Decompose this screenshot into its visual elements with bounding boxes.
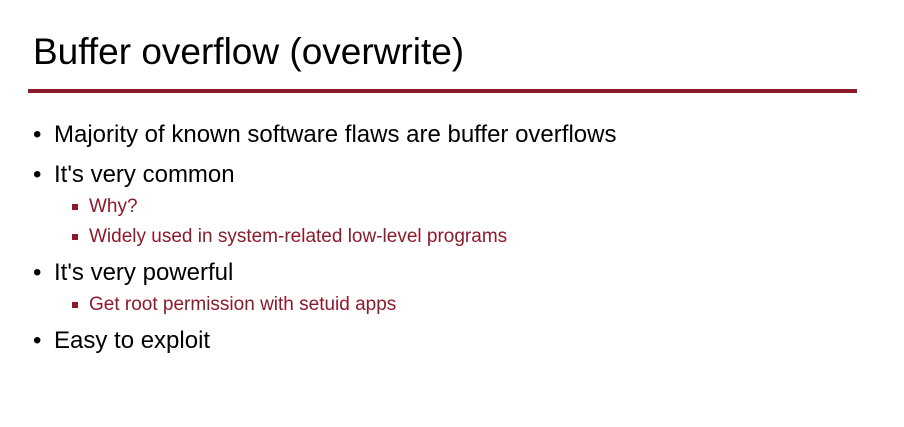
slide: Buffer overflow (overwrite) • Majority o… [0,0,904,427]
square-bullet-icon [72,204,78,210]
bullet-list: • Majority of known software flaws are b… [32,118,872,358]
sub-bullet-list: Why? Widely used in system-related low-l… [32,192,872,252]
sub-bullet-text: Get root permission with setuid apps [89,294,397,315]
slide-title: Buffer overflow (overwrite) [33,31,465,72]
bullet-text: It's very common [54,161,235,188]
bullet-text: Majority of known software flaws are buf… [54,121,617,148]
bullet-item: • Majority of known software flaws are b… [32,118,872,152]
sub-bullet-text: Why? [89,196,138,217]
bullet-item: • It's very common [32,158,872,192]
sub-bullet-item: Widely used in system-related low-level … [32,222,872,252]
bullet-dot-icon: • [33,327,42,354]
sub-bullet-item: Why? [32,192,872,222]
bullet-dot-icon: • [33,161,42,188]
bullet-dot-icon: • [33,259,42,286]
bullet-item: • Easy to exploit [32,324,872,358]
bullet-text: It's very powerful [54,259,234,286]
sub-bullet-list: Get root permission with setuid apps [32,290,872,320]
sub-bullet-text: Widely used in system-related low-level … [89,226,508,247]
square-bullet-icon [72,302,78,308]
sub-bullet-item: Get root permission with setuid apps [32,290,872,320]
square-bullet-icon [72,234,78,240]
bullet-dot-icon: • [33,121,42,148]
bullet-item: • It's very powerful [32,256,872,290]
bullet-text: Easy to exploit [54,327,211,354]
title-underline [28,89,857,93]
